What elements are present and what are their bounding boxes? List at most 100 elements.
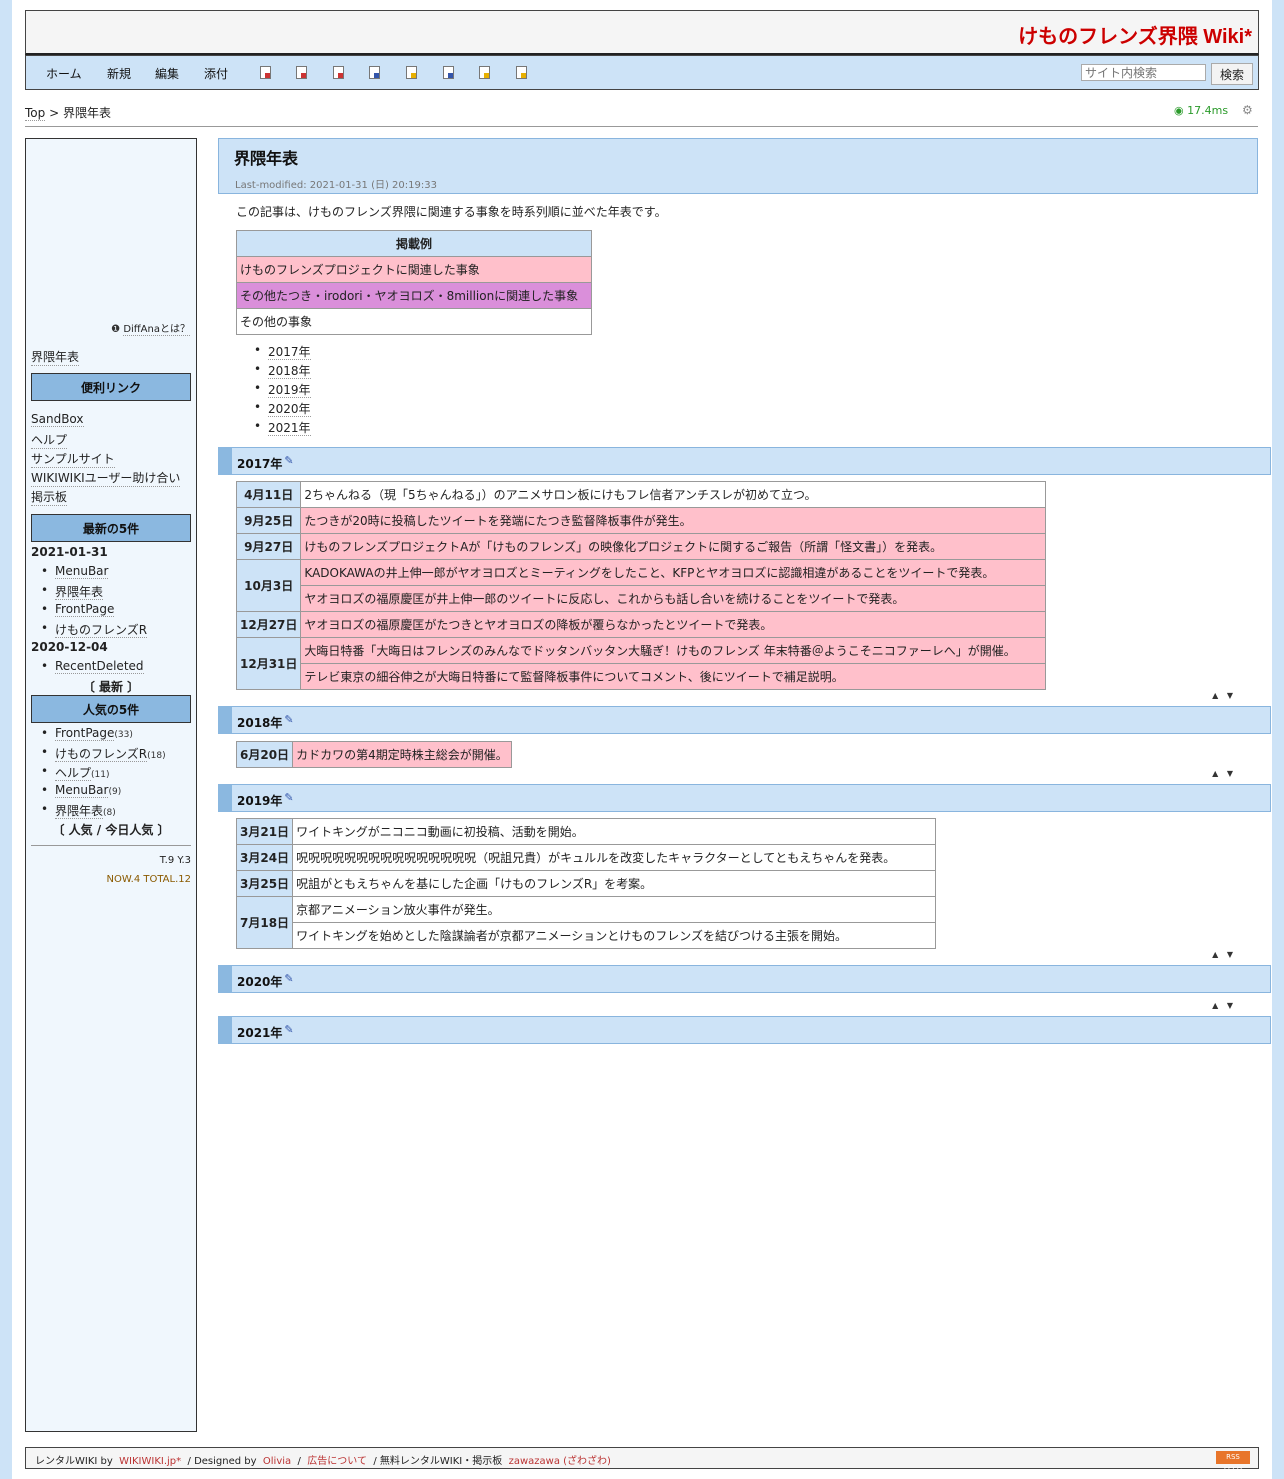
sidebar-page-link[interactable]: 界隈年表: [31, 348, 80, 366]
help-icon[interactable]: [516, 66, 527, 79]
toc-item[interactable]: 2019年: [254, 381, 311, 400]
event-text: テレビ東京の細谷伸之が大晦日特番にて監督降板事件についてコメント、後にツイートで…: [300, 663, 1046, 690]
popular-item[interactable]: FrontPage(33): [41, 726, 133, 741]
section-title: 2019年 ✎: [237, 791, 294, 808]
recent-item[interactable]: 界隈年表: [41, 583, 104, 600]
page-up-down-arrows[interactable]: ▲ ▼: [1212, 950, 1236, 959]
recent-item[interactable]: けものフレンズR: [41, 621, 148, 638]
toc-item[interactable]: 2020年: [254, 400, 311, 419]
recent-item[interactable]: RecentDeleted: [41, 659, 144, 674]
recent-heading: 最新の5件: [31, 514, 191, 542]
nav-edit[interactable]: 編集: [155, 65, 179, 82]
list-icon[interactable]: [443, 66, 454, 79]
edit-pencil-icon[interactable]: ✎: [284, 791, 293, 804]
sidebar-divider: [31, 845, 191, 846]
edit-pencil-icon[interactable]: ✎: [284, 1023, 293, 1036]
last-modified: Last-modified: 2021-01-31 (日) 20:19:33: [235, 180, 437, 191]
nav-new[interactable]: 新規: [107, 65, 131, 82]
toc-item[interactable]: 2018年: [254, 362, 311, 381]
events-table-2017: 4月11日 2ちゃんねる（現「5ちゃんねる」）のアニメサロン板にけもフレ信者アンチ…: [235, 481, 1046, 690]
event-date: 10月3日: [235, 559, 302, 612]
recent-date: 2021-01-31: [31, 545, 108, 559]
event-text: ワイトキングを始めとした陰謀論者が京都アニメーションとけものフレンズを結びつける…: [292, 922, 936, 949]
section-title: 2017年 ✎: [237, 454, 294, 471]
section-heading-2020: 2020年 ✎: [218, 965, 1271, 993]
popular-heading: 人気の5件: [31, 695, 191, 723]
rss-feed-icon[interactable]: RSS FEED: [1216, 1451, 1250, 1474]
recent-item[interactable]: MenuBar: [41, 564, 109, 579]
event-text: ヤオヨロズの福原慶匡が井上伸一郎のツイートに反応し、これからも話し合いを続けるこ…: [300, 585, 1046, 612]
sidebar-item-help[interactable]: ヘルプ: [31, 431, 68, 449]
page-up-down-arrows[interactable]: ▲ ▼: [1212, 769, 1236, 778]
site-title[interactable]: けものフレンズ界隈 Wiki*: [1018, 20, 1252, 49]
lock-icon[interactable]: [406, 66, 417, 79]
edit-pencil-icon[interactable]: ✎: [284, 454, 293, 467]
timing-value: 17.4ms: [1187, 104, 1229, 117]
toc-item[interactable]: 2017年: [254, 343, 311, 362]
edit-pencil-icon[interactable]: ✎: [284, 713, 293, 726]
section-heading-2019: 2019年 ✎: [218, 784, 1271, 812]
footer-olivia-link[interactable]: Olivia: [263, 1456, 291, 1467]
speedometer-icon: ◉: [1174, 104, 1184, 117]
events-table-2018: 6月20日 カドカワの第4期定時株主総会が開催。: [235, 741, 512, 768]
event-date: 12月31日: [235, 637, 302, 690]
search-button[interactable]: 検索: [1211, 63, 1253, 85]
event-date: 9月27日: [235, 533, 302, 560]
recent-item[interactable]: FrontPage: [41, 602, 115, 617]
footer-wikiwiki-link[interactable]: WIKIWIKI.jp*: [119, 1456, 181, 1467]
backup-icon[interactable]: [369, 66, 380, 79]
gear-icon[interactable]: ⚙: [1242, 103, 1253, 117]
breadcrumb-top[interactable]: Top: [25, 106, 46, 121]
nav-attach[interactable]: 添付: [204, 65, 228, 82]
counter-ty: T.9 Y.3: [159, 855, 191, 866]
page-up-down-arrows[interactable]: ▲ ▼: [1212, 691, 1236, 700]
section-heading-2021: 2021年 ✎: [218, 1016, 1271, 1044]
page: けものフレンズ界隈 Wiki* ホーム 新規 編集 添付 検索 Top > 界隈…: [12, 0, 1272, 1479]
event-text: ヤオヨロズの福原慶匡がたつきとヤオヨロズの降板が覆らなかったとツイートで発表。: [300, 611, 1046, 638]
diff-icon[interactable]: [296, 66, 307, 79]
footer: レンタルWIKI by WIKIWIKI.jp* / Designed by O…: [25, 1447, 1259, 1474]
useful-links-heading: 便利リンク: [31, 373, 191, 401]
section-heading-2018: 2018年 ✎: [218, 706, 1271, 734]
footer-text: レンタルWIKI by WIKIWIKI.jp* / Designed by O…: [35, 1452, 611, 1467]
search-input[interactable]: [1081, 64, 1206, 81]
delete-icon[interactable]: [333, 66, 344, 79]
copy-page-icon[interactable]: [260, 66, 271, 79]
sidebar-item-wikiwiki-users[interactable]: WIKIWIKIユーザー助け合い: [31, 469, 181, 487]
footer-ad-link[interactable]: 広告について: [307, 1456, 367, 1467]
toc-item[interactable]: 2021年: [254, 419, 311, 438]
legend-header: 掲載例: [236, 230, 592, 257]
nav-home[interactable]: ホーム: [46, 65, 82, 82]
footer-zawazawa-link[interactable]: zawazawa (ざわざわ): [509, 1456, 611, 1467]
sidebar-item-bbs[interactable]: 掲示板: [31, 488, 68, 506]
popular-item[interactable]: けものフレンズR(18): [41, 745, 166, 762]
event-text: 呪呪呪呪呪呪呪呪呪呪呪呪呪呪呪（呪詛兄貴）がキュルルを改変したキャラクターとして…: [292, 844, 936, 871]
section-heading-2017: 2017年 ✎: [218, 447, 1271, 475]
event-text: 2ちゃんねる（現「5ちゃんねる」）のアニメサロン板にけもフレ信者アンチスレが初め…: [300, 481, 1046, 508]
legend-row: けものフレンズプロジェクトに関連した事象: [236, 256, 592, 283]
recent-more-link[interactable]: 〔 最新 〕: [26, 678, 196, 695]
footer-free: / 無料レンタルWIKI・掲示板: [373, 1456, 503, 1467]
section-title: 2021年 ✎: [237, 1023, 294, 1040]
popular-item[interactable]: ヘルプ(11): [41, 764, 110, 781]
section-title: 2018年 ✎: [237, 713, 294, 730]
footer-rental: レンタルWIKI by: [35, 1456, 113, 1467]
edit-pencil-icon[interactable]: ✎: [284, 972, 293, 985]
event-date: 3月21日: [235, 818, 294, 845]
footer-designed: / Designed by: [187, 1456, 257, 1467]
event-text: カドカワの第4期定時株主総会が開催。: [292, 741, 512, 768]
nav-bar: ホーム 新規 編集 添付 検索: [25, 55, 1259, 90]
legend-table: 掲載例 けものフレンズプロジェクトに関連した事象 その他たつき・irodori・…: [236, 230, 592, 335]
recent-icon[interactable]: [479, 66, 490, 79]
event-text: 呪詛がともえちゃんを基にした企画「けものフレンズR」を考案。: [292, 870, 936, 897]
sidebar-item-sample[interactable]: サンプルサイト: [31, 450, 115, 468]
breadcrumb-current: 界隈年表: [62, 106, 111, 120]
event-date: 3月25日: [235, 870, 294, 897]
legend-row: その他の事象: [236, 308, 592, 335]
popular-more-link[interactable]: 〔 人気 / 今日人気 〕: [26, 821, 196, 838]
diffana-link[interactable]: ❶ DiffAnaとは？: [111, 320, 190, 336]
page-up-down-arrows[interactable]: ▲ ▼: [1212, 1001, 1236, 1010]
popular-item[interactable]: MenuBar(9): [41, 783, 121, 798]
popular-item[interactable]: 界隈年表(8): [41, 802, 116, 819]
sidebar-item-sandbox[interactable]: SandBox: [31, 412, 84, 427]
